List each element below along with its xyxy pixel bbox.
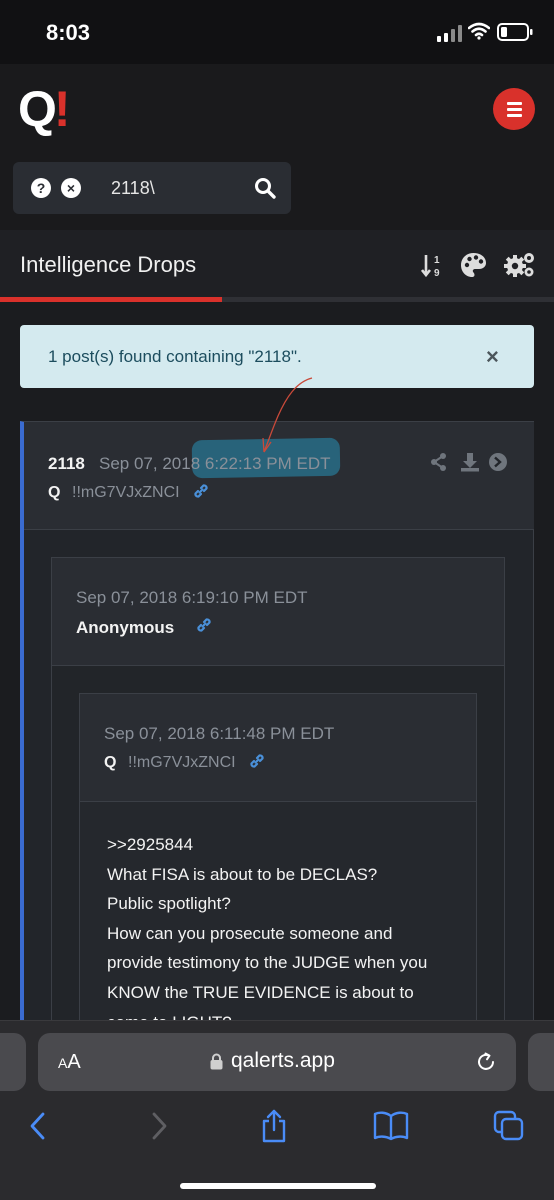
browser-toolbar: AA qalerts.app	[0, 1020, 554, 1200]
search-box: ? ×	[13, 162, 291, 214]
quote-body-line: >>2925844	[107, 835, 194, 854]
post-header: 2118 Sep 07, 2018 6:22:13 PM EDT Q !!mG7…	[24, 377, 534, 530]
quoted-post-anonymous: Sep 07, 2018 6:19:10 PM EDT Anonymous Se…	[51, 557, 505, 1033]
reader-options-button[interactable]: AA	[58, 1051, 81, 1074]
share-sheet-icon[interactable]	[259, 1109, 289, 1143]
help-icon[interactable]: ?	[31, 178, 51, 198]
previous-tab-preview[interactable]	[0, 1033, 26, 1091]
palette-icon[interactable]	[460, 252, 487, 278]
logo-letter: Q	[18, 81, 57, 137]
aa-large: A	[67, 1051, 81, 1073]
app-logo[interactable]: Q!	[18, 81, 71, 137]
section-title: Intelligence Drops	[20, 252, 197, 277]
link-icon[interactable]	[195, 616, 213, 634]
cellular-signal-icon	[437, 25, 462, 42]
close-icon[interactable]: ×	[486, 346, 499, 368]
menu-button[interactable]	[493, 88, 535, 130]
link-icon[interactable]	[248, 752, 266, 770]
download-icon[interactable]	[461, 453, 479, 472]
quote-author: Q	[104, 754, 117, 771]
quote-header: Sep 07, 2018 6:11:48 PM EDT Q !!mG7VJxZN…	[80, 694, 476, 802]
post-card: 2118 Sep 07, 2018 6:22:13 PM EDT Q !!mG7…	[20, 377, 534, 1033]
reload-icon[interactable]	[475, 1051, 497, 1073]
app-header: Q!	[0, 64, 554, 150]
clear-search-icon[interactable]: ×	[61, 178, 81, 198]
quote-date: Sep 07, 2018 6:19:10 PM EDT	[76, 588, 308, 607]
wifi-icon	[468, 22, 490, 40]
url-text: qalerts.app	[231, 1049, 335, 1072]
quote-body-line: What FISA is about to be DECLAS?	[107, 864, 378, 884]
quote-header: Sep 07, 2018 6:19:10 PM EDT Anonymous	[52, 558, 504, 666]
hamburger-line	[506, 107, 522, 111]
forward-icon[interactable]	[143, 1111, 173, 1141]
share-icon[interactable]	[431, 453, 446, 471]
post-author: Q	[48, 484, 61, 501]
search-icon[interactable]	[253, 176, 277, 200]
quote-tripcode: !!mG7VJxZNCI	[128, 754, 236, 771]
battery-icon	[497, 23, 533, 41]
sort-numeric-icon[interactable]: 1 9	[421, 252, 445, 278]
post-tripcode: !!mG7VJxZNCI	[72, 484, 180, 501]
quote-date: Sep 07, 2018 6:11:48 PM EDT	[104, 724, 335, 743]
post-date: Sep 07, 2018 6:22:13 PM EDT	[99, 454, 331, 473]
settings-gears-icon[interactable]	[504, 251, 536, 279]
alert-message: 1 post(s) found containing "2118".	[48, 347, 302, 366]
status-time: 8:03	[46, 20, 91, 45]
quote-body: >>2925844 What FISA is about to be DECLA…	[107, 830, 467, 1037]
post-actions	[431, 453, 507, 472]
quoted-post-q: Sep 07, 2018 6:11:48 PM EDT Q !!mG7VJxZN…	[79, 693, 477, 1033]
quote-body-line: Public spotlight?	[107, 894, 231, 914]
handdrawn-arrow-icon	[262, 377, 313, 453]
back-icon[interactable]	[24, 1111, 54, 1141]
quote-author: Anonymous	[76, 618, 175, 637]
quote-body-line: How can you prosecute someone and	[107, 923, 393, 943]
search-area: ? ×	[0, 150, 554, 230]
aa-small: A	[58, 1055, 68, 1071]
tabs-icon[interactable]	[493, 1110, 525, 1142]
hamburger-icon	[506, 101, 522, 105]
svg-text:1: 1	[434, 255, 440, 266]
bookmarks-icon[interactable]	[373, 1111, 409, 1141]
quote-body-line: KNOW the TRUE EVIDENCE is about to	[107, 982, 414, 1002]
address-bar[interactable]: AA qalerts.app	[38, 1033, 516, 1091]
link-icon[interactable]	[192, 482, 210, 500]
post-number: 2118	[48, 454, 85, 473]
search-input[interactable]	[111, 172, 251, 204]
quote-body-line: provide testimony to the JUDGE when you	[107, 953, 428, 973]
svg-text:9: 9	[434, 268, 440, 278]
next-tab-preview[interactable]	[528, 1033, 554, 1091]
lock-icon	[210, 1053, 223, 1070]
arrow-circle-right-icon[interactable]	[489, 453, 507, 471]
logo-mark: !	[53, 81, 71, 137]
status-bar: 8:03	[0, 0, 554, 64]
hamburger-line	[506, 113, 522, 117]
home-indicator[interactable]	[180, 1183, 376, 1189]
